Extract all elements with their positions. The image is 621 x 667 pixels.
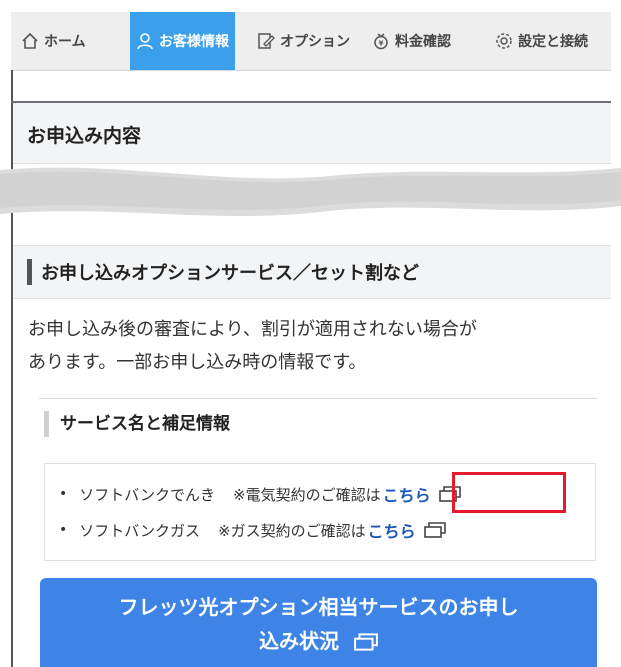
highlight-box xyxy=(452,472,566,513)
heading-accent-bar xyxy=(27,259,32,285)
nav-tab-options-label: オプション xyxy=(280,34,350,50)
option-services-title: お申し込みオプションサービス／セット割など xyxy=(41,263,419,284)
coin-bag-icon: ¥ xyxy=(374,33,388,50)
gas-contract-link[interactable]: こちら xyxy=(368,518,416,542)
external-window-icon[interactable] xyxy=(423,522,446,538)
electricity-contract-link[interactable]: こちら xyxy=(383,482,431,506)
flets-options-status-button[interactable]: フレッツ光オプション相当サービスのお申し 込み状況 xyxy=(40,578,597,667)
service-name: ソフトバンクでんき xyxy=(79,485,216,504)
divider xyxy=(39,398,597,399)
nav-tab-billing-label: 料金確認 xyxy=(395,34,451,50)
nav-tab-billing[interactable]: ¥ 料金確認 xyxy=(372,12,451,70)
nav-tab-customer-info[interactable]: お客様情報 xyxy=(130,12,235,70)
services-heading: サービス名と補足情報 xyxy=(44,411,230,437)
bullet: • xyxy=(59,486,68,502)
application-details-header: お申込み内容 xyxy=(13,103,611,164)
cta-label-line2-wrap: 込み状況 xyxy=(40,624,597,658)
nav-tab-options[interactable]: オプション xyxy=(257,12,350,70)
nav-tab-settings-label: 設定と接続 xyxy=(518,34,588,50)
svg-text:¥: ¥ xyxy=(379,40,384,48)
service-note: ※ガス契約のご確認は xyxy=(218,521,366,540)
content-omitted-break xyxy=(0,167,621,216)
nav-tab-settings[interactable]: 設定と接続 xyxy=(495,12,588,70)
edit-icon xyxy=(258,33,275,49)
service-note: ※電気契約のご確認は xyxy=(233,485,381,504)
list-item-softbank-gas: • ソフトバンクガス ※ガス契約のご確認は こちら xyxy=(59,518,446,542)
nav-tab-customer-info-label: お客様情報 xyxy=(159,34,229,50)
external-window-icon xyxy=(354,633,378,651)
list-item-softbank-denki: • ソフトバンクでんき ※電気契約のご確認は こちら xyxy=(59,482,461,506)
option-services-header: お申し込みオプションサービス／セット割など xyxy=(13,245,611,299)
main-nav: ホーム お客様情報 オプション ¥ 料金確認 設定と接続 xyxy=(11,12,611,71)
screening-notice-line2: あります。一部お申し込み時の情報です。 xyxy=(28,352,367,373)
cta-label-line1: フレッツ光オプション相当サービスのお申し xyxy=(118,595,519,619)
nav-tab-home-label: ホーム xyxy=(44,34,86,50)
gear-icon xyxy=(496,33,512,49)
service-name: ソフトバンクガス xyxy=(79,521,201,540)
bullet: • xyxy=(59,522,68,538)
page: ホーム お客様情報 オプション ¥ 料金確認 設定と接続 お申込み内容 お申し込… xyxy=(0,0,621,667)
screening-notice: お申し込み後の審査により、割引が適用されない場合が あります。一部お申し込み時の… xyxy=(28,313,598,379)
cta-label-line2: 込み状況 xyxy=(259,629,340,653)
screening-notice-line1: お申し込み後の審査により、割引が適用されない場合が xyxy=(28,319,477,340)
user-icon xyxy=(137,33,153,50)
nav-tab-home[interactable]: ホーム xyxy=(21,12,86,70)
home-icon xyxy=(22,32,38,49)
page-title: お申込み内容 xyxy=(27,125,142,147)
